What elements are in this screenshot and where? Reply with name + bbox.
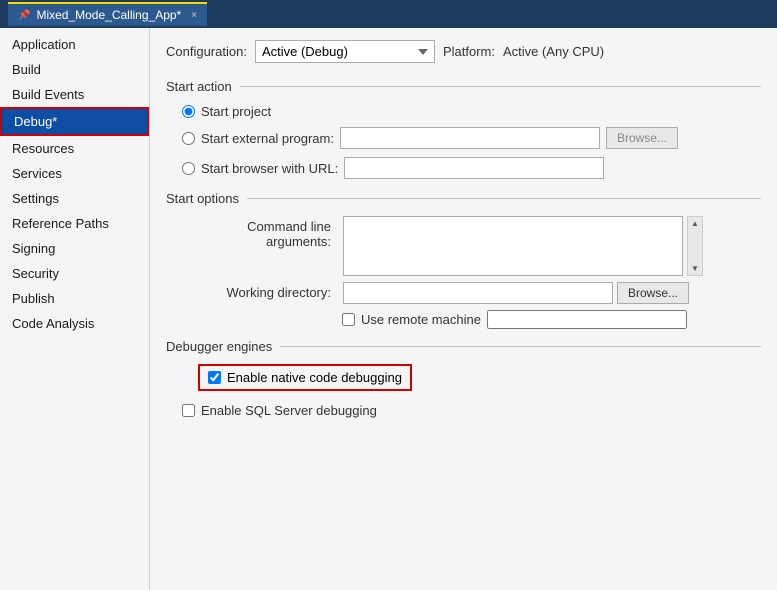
textarea-scrollbar[interactable]: ▲ ▼ [687,216,703,276]
enable-sql-row: Enable SQL Server debugging [182,403,761,418]
cmdargs-label: Command line arguments: [182,216,337,249]
enable-sql-checkbox[interactable] [182,404,195,417]
platform-value: Active (Any CPU) [503,44,604,59]
remote-machine-row: Use remote machine [342,310,761,329]
debugger-engines-section: Debugger engines Enable native code debu… [166,339,761,418]
sidebar-item-services[interactable]: Services [0,161,149,186]
pin-icon: 📌 [18,10,30,21]
radio-start-project-label[interactable]: Start project [201,104,271,119]
main-container: Application Build Build Events Debug* Re… [0,28,777,590]
configuration-select[interactable]: Active (Debug) [255,40,435,63]
title-tab[interactable]: 📌 Mixed_Mode_Calling_App* × [8,2,207,26]
scroll-up-icon: ▲ [691,219,699,228]
sidebar-item-security[interactable]: Security [0,261,149,286]
enable-native-checkbox[interactable] [208,371,221,384]
cmdargs-value: ▲ ▼ [343,216,761,276]
configuration-label: Configuration: [166,44,247,59]
cmdargs-row: Command line arguments: ▲ ▼ [182,216,761,276]
radio-start-external[interactable] [182,132,195,145]
remote-machine-label[interactable]: Use remote machine [361,312,481,327]
enable-native-label[interactable]: Enable native code debugging [227,370,402,385]
sidebar-item-signing[interactable]: Signing [0,236,149,261]
sidebar-item-reference-paths[interactable]: Reference Paths [0,211,149,236]
workdir-input[interactable] [343,282,613,304]
scroll-down-icon: ▼ [691,264,699,273]
sidebar-item-publish[interactable]: Publish [0,286,149,311]
sidebar-item-settings[interactable]: Settings [0,186,149,211]
remote-machine-checkbox[interactable] [342,313,355,326]
sidebar-item-code-analysis[interactable]: Code Analysis [0,311,149,336]
sidebar-item-build-events[interactable]: Build Events [0,82,149,107]
title-bar: 📌 Mixed_Mode_Calling_App* × [0,0,777,28]
radio-start-project-item: Start project [182,104,761,119]
browse-external-button[interactable]: Browse... [606,127,678,149]
radio-start-external-label[interactable]: Start external program: [201,131,334,146]
platform-label: Platform: [443,44,495,59]
sidebar-item-build[interactable]: Build [0,57,149,82]
workdir-value: Browse... [343,282,761,304]
close-icon[interactable]: × [191,10,197,21]
workdir-label: Working directory: [182,282,337,300]
radio-start-external-item: Start external program: Browse... [182,127,761,149]
debugger-engines-header: Debugger engines [166,339,761,354]
enable-native-container: Enable native code debugging [182,364,761,397]
start-external-input[interactable] [340,127,600,149]
remote-machine-input[interactable] [487,310,687,329]
sidebar-item-resources[interactable]: Resources [0,136,149,161]
radio-start-browser-item: Start browser with URL: [182,157,761,179]
start-browser-input[interactable] [344,157,604,179]
sidebar-item-debug[interactable]: Debug* [0,107,149,136]
tab-label: Mixed_Mode_Calling_App* [36,8,181,22]
start-action-header: Start action [166,79,761,94]
radio-start-project[interactable] [182,105,195,118]
sidebar-item-application[interactable]: Application [0,32,149,57]
workdir-row: Working directory: Browse... [182,282,761,304]
content-panel: Configuration: Active (Debug) Platform: … [150,28,777,590]
radio-start-browser[interactable] [182,162,195,175]
enable-sql-label[interactable]: Enable SQL Server debugging [201,403,377,418]
enable-native-row: Enable native code debugging [198,364,412,391]
sidebar: Application Build Build Events Debug* Re… [0,28,150,590]
browse-workdir-button[interactable]: Browse... [617,282,689,304]
start-options-header: Start options [166,191,761,206]
cmdargs-textarea[interactable] [343,216,683,276]
config-row: Configuration: Active (Debug) Platform: … [166,40,761,63]
radio-start-browser-label[interactable]: Start browser with URL: [201,161,338,176]
start-action-group: Start project Start external program: Br… [182,104,761,179]
